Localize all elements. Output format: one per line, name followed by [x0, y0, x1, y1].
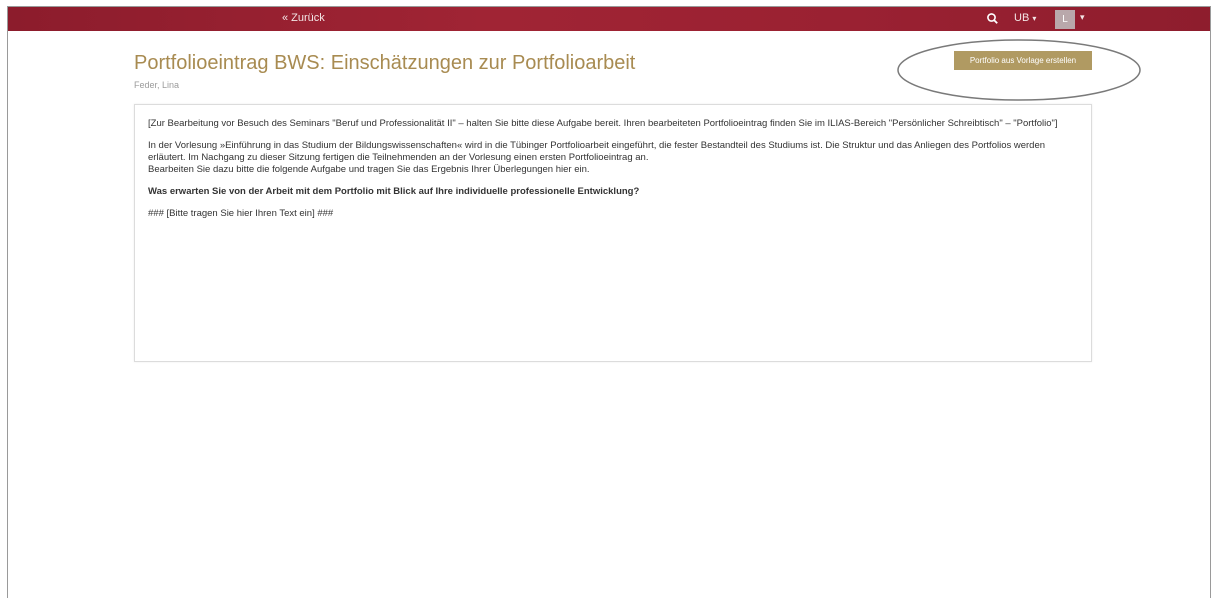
description-line-2: Bearbeiten Sie dazu bitte die folgende A… — [148, 164, 590, 175]
author-name: Feder, Lina — [134, 80, 180, 90]
ub-label: UB — [1014, 12, 1030, 24]
search-icon[interactable] — [984, 10, 1002, 28]
back-link[interactable]: « Zurück — [282, 12, 325, 24]
create-portfolio-from-template-button[interactable]: Portfolio aus Vorlage erstellen — [954, 51, 1092, 70]
highlight-ellipse — [897, 39, 1141, 101]
chevron-down-icon: ▾ — [1032, 14, 1037, 23]
content-panel: [Zur Bearbeitung vor Besuch des Seminars… — [134, 104, 1092, 362]
description-paragraph: In der Vorlesung »Einführung in das Stud… — [148, 140, 1083, 176]
content-body: [Zur Bearbeitung vor Besuch des Seminars… — [148, 118, 1083, 230]
ub-dropdown[interactable]: UB ▾ — [1014, 12, 1036, 24]
avatar[interactable]: L — [1055, 10, 1075, 29]
top-navigation-bar: « Zurück UB ▾ L ▾ — [8, 7, 1210, 31]
page-title: Portfolioeintrag BWS: Einschätzungen zur… — [134, 52, 636, 74]
description-line-1: In der Vorlesung »Einführung in das Stud… — [148, 140, 1046, 163]
question-heading: Was erwarten Sie von der Arbeit mit dem … — [148, 186, 640, 197]
intro-text: [Zur Bearbeitung vor Besuch des Seminars… — [148, 118, 1058, 129]
browser-frame: « Zurück UB ▾ L ▾ Portfolioeintrag BWS: … — [7, 6, 1211, 598]
answer-placeholder: ### [Bitte tragen Sie hier Ihren Text ei… — [148, 208, 334, 219]
user-menu-chevron-down-icon[interactable]: ▾ — [1080, 12, 1085, 23]
